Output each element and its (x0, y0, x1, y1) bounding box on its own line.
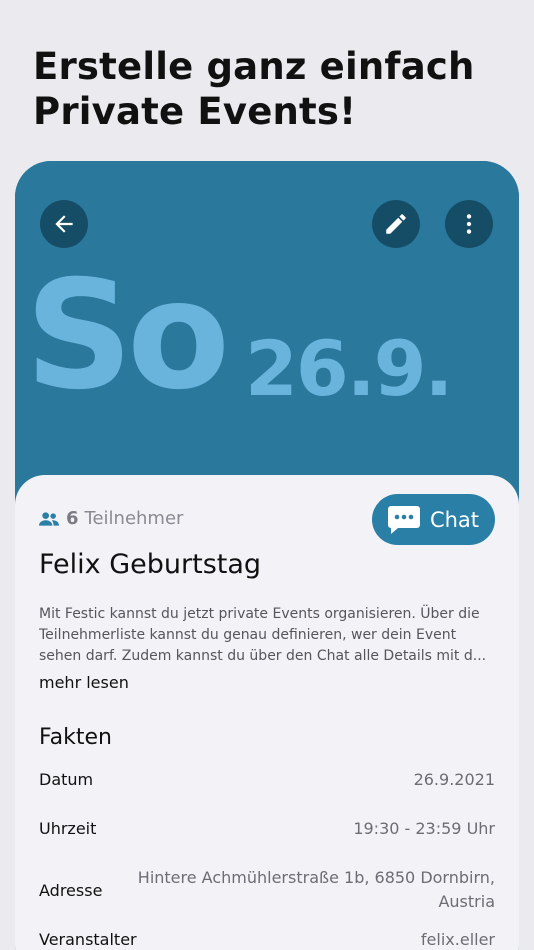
event-title: Felix Geburtstag (39, 549, 262, 580)
people-icon (39, 511, 59, 527)
promo-headline: Erstelle ganz einfach Private Events! (33, 44, 503, 134)
fact-value-address[interactable]: Hintere Achmühlerstraße 1b, 6850 Dornbir… (125, 866, 495, 914)
facts-section-title: Fakten (39, 725, 112, 750)
chat-bubble-icon (387, 505, 420, 535)
event-date-large: 26.9. (245, 324, 453, 413)
fact-label-time: Uhrzeit (39, 818, 97, 838)
chat-button[interactable]: Chat (372, 494, 495, 545)
fact-label-host: Veranstalter (39, 929, 137, 949)
arrow-left-icon (51, 211, 77, 237)
fact-row-date: Datum 26.9.2021 (39, 767, 495, 791)
event-details-sheet: 6 Teilnehmer Chat Felix Geburtstag Mit F… (15, 475, 519, 950)
fact-label-date: Datum (39, 769, 94, 789)
app-screen: Erstelle ganz einfach Private Events! So… (0, 0, 534, 950)
fact-value-date: 26.9.2021 (413, 769, 495, 789)
fact-row-time: Uhrzeit 19:30 - 23:59 Uhr (39, 816, 495, 840)
promo-headline-line-2: Private Events! (33, 90, 357, 133)
participants-indicator[interactable]: 6 Teilnehmer (39, 508, 183, 529)
participants-count: 6 (66, 508, 79, 529)
fact-value-host[interactable]: felix.eller (421, 930, 495, 949)
promo-headline-line-1: Erstelle ganz einfach (33, 45, 475, 88)
fact-label-address: Adresse (39, 880, 103, 900)
more-vertical-icon (456, 211, 482, 237)
fact-value-time: 19:30 - 23:59 Uhr (353, 818, 495, 838)
participants-label: Teilnehmer (84, 508, 184, 529)
chat-button-label: Chat (429, 507, 480, 532)
back-button[interactable] (40, 200, 88, 248)
edit-button[interactable] (372, 200, 420, 248)
event-card: So 26.9. 6 Teilnehmer Chat Felix Geburts… (15, 161, 519, 950)
fact-row-address: Adresse Hintere Achmühlerstraße 1b, 6850… (39, 865, 495, 915)
read-more-link[interactable]: mehr lesen (39, 673, 129, 692)
event-hero: So 26.9. (15, 161, 519, 501)
pencil-icon (383, 211, 409, 237)
fact-row-host: Veranstalter felix.eller (39, 927, 495, 950)
event-description: Mit Festic kannst du jetzt private Event… (39, 606, 487, 664)
event-weekday: So (25, 249, 230, 423)
more-options-button[interactable] (445, 200, 493, 248)
